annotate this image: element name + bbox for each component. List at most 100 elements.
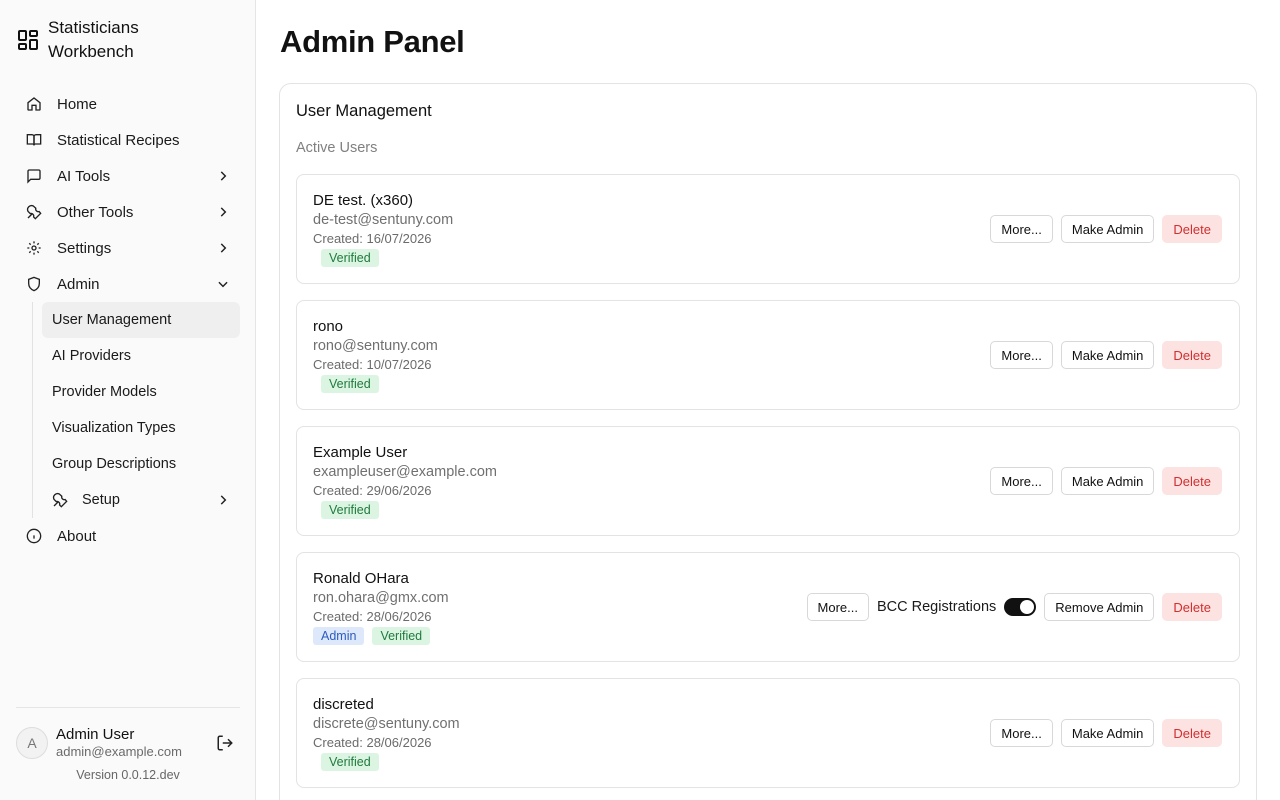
bcc-registrations-label: BCC Registrations	[877, 599, 997, 615]
shield-icon	[28, 276, 40, 292]
user-management-card: User Management Active Users DE test. (x…	[279, 83, 1257, 800]
sidebar-item-label: Home	[57, 95, 98, 113]
user-name: Example User	[313, 444, 408, 461]
dashboard-icon	[18, 30, 38, 50]
more-button[interactable]: More...	[806, 593, 869, 621]
user-email: ron.ohara@gmx.com	[313, 590, 449, 606]
gear-icon	[27, 241, 41, 255]
user-email: discrete@sentuny.com	[313, 716, 460, 732]
chevron-right-icon	[220, 495, 227, 505]
sidebar-item-provider-models[interactable]: Provider Models	[42, 374, 240, 410]
sidebar-item-user-management[interactable]: User Management	[42, 302, 240, 338]
sidebar-item-label: User Management	[52, 312, 172, 328]
toggle-knob	[1020, 600, 1035, 614]
sidebar-item-visualization-types[interactable]: Visualization Types	[42, 410, 240, 446]
sidebar-item-ai-tools[interactable]: AI Tools	[16, 158, 240, 194]
sidebar-item-group-descriptions[interactable]: Group Descriptions	[42, 446, 240, 482]
make-admin-button[interactable]: Make Admin	[1060, 467, 1155, 495]
make-admin-button[interactable]: Make Admin	[1060, 341, 1155, 369]
wrench-icon	[26, 204, 42, 220]
more-button[interactable]: More...	[990, 467, 1053, 495]
sidebar-item-statistical-recipes[interactable]: Statistical Recipes	[16, 122, 240, 158]
delete-button[interactable]: Delete	[1162, 467, 1222, 495]
sidebar-item-label: Admin	[57, 275, 100, 293]
sidebar: Statisticians Workbench Home Statistical…	[0, 0, 256, 800]
admin-subnav: User Management AI Providers Provider Mo…	[32, 302, 240, 518]
more-button[interactable]: More...	[990, 341, 1053, 369]
sidebar-footer: A Admin User admin@example.com Version 0…	[16, 707, 240, 782]
bcc-registrations-toggle[interactable]	[1004, 598, 1037, 616]
sidebar-item-label: Visualization Types	[52, 420, 176, 436]
card-subtitle: Active Users	[296, 140, 378, 156]
verified-badge: Verified	[321, 375, 379, 393]
user-email: exampleuser@example.com	[313, 464, 497, 480]
sidebar-item-label: AI Providers	[52, 348, 131, 364]
delete-button[interactable]: Delete	[1162, 593, 1222, 621]
avatar[interactable]: A	[16, 727, 48, 759]
more-button[interactable]: More...	[990, 719, 1053, 747]
user-created: Created: 28/06/2026	[313, 609, 432, 624]
main-content: Admin Panel User Management Active Users…	[256, 0, 1280, 800]
user-created: Created: 10/07/2026	[313, 357, 432, 372]
sidebar-item-label: Other Tools	[57, 203, 134, 221]
verified-badge: Verified	[321, 501, 379, 519]
user-name: discreted	[313, 696, 374, 713]
delete-button[interactable]: Delete	[1162, 719, 1222, 747]
user-email: admin@example.com	[56, 744, 182, 759]
sidebar-item-admin[interactable]: Admin	[16, 266, 240, 302]
sidebar-item-setup[interactable]: Setup	[42, 482, 240, 518]
remove-admin-button[interactable]: Remove Admin	[1044, 593, 1155, 621]
list-item: rono rono@sentuny.com Created: 10/07/202…	[296, 300, 1240, 410]
verified-badge: Verified	[321, 249, 379, 267]
sidebar-item-label: Settings	[57, 239, 112, 257]
sidebar-item-home[interactable]: Home	[16, 86, 240, 122]
delete-button[interactable]: Delete	[1162, 341, 1222, 369]
user-actions: More... Make Admin Delete	[990, 719, 1222, 747]
app-name: Statisticians Workbench	[48, 18, 139, 61]
sidebar-item-other-tools[interactable]: Other Tools	[16, 194, 240, 230]
delete-button[interactable]: Delete	[1162, 215, 1222, 243]
user-created: Created: 29/06/2026	[313, 483, 432, 498]
card-title: User Management	[296, 102, 432, 120]
user-badges: Verified	[313, 753, 379, 771]
sidebar-item-settings[interactable]: Settings	[16, 230, 240, 266]
book-icon	[26, 134, 42, 146]
user-info: Admin User admin@example.com	[56, 726, 216, 760]
chevron-down-icon	[218, 281, 228, 288]
make-admin-button[interactable]: Make Admin	[1060, 719, 1155, 747]
chat-icon	[27, 169, 41, 184]
user-email: rono@sentuny.com	[313, 338, 438, 354]
make-admin-button[interactable]: Make Admin	[1060, 215, 1155, 243]
user-list: DE test. (x360) de-test@sentuny.com Crea…	[296, 174, 1240, 800]
more-button[interactable]: More...	[990, 215, 1053, 243]
user-name: rono	[313, 318, 344, 335]
sidebar-item-label: Statistical Recipes	[57, 131, 180, 149]
sidebar-item-about[interactable]: About	[16, 518, 240, 554]
chevron-right-icon	[220, 207, 227, 217]
info-icon	[26, 528, 42, 544]
current-user: A Admin User admin@example.com	[16, 726, 240, 760]
sidebar-nav: Home Statistical Recipes AI Tools Other …	[16, 86, 240, 554]
page-title: Admin Panel	[280, 24, 465, 59]
user-actions: More... Make Admin Delete	[990, 341, 1222, 369]
user-name: DE test. (x360)	[313, 192, 414, 209]
verified-badge: Verified	[321, 753, 379, 771]
user-badges: Verified	[313, 501, 379, 519]
user-badges: Verified	[313, 249, 379, 267]
user-badges: Admin Verified	[313, 627, 431, 645]
list-item: DE test. (x360) de-test@sentuny.com Crea…	[296, 174, 1240, 284]
app-version: Version 0.0.12.dev	[76, 768, 180, 782]
user-actions: More... Make Admin Delete	[990, 467, 1222, 495]
home-icon	[27, 97, 41, 111]
wrench-icon	[52, 492, 68, 508]
sidebar-item-label: AI Tools	[57, 167, 111, 185]
list-item: discreted discrete@sentuny.com Created: …	[296, 678, 1240, 788]
sidebar-item-label: About	[57, 527, 97, 545]
brand[interactable]: Statisticians Workbench	[16, 16, 188, 64]
sidebar-item-ai-providers[interactable]: AI Providers	[42, 338, 240, 374]
admin-badge: Admin	[313, 627, 365, 645]
user-created: Created: 28/06/2026	[313, 735, 432, 750]
sidebar-item-label: Setup	[82, 492, 120, 508]
sidebar-item-label: Provider Models	[52, 384, 157, 400]
logout-icon[interactable]	[216, 734, 234, 752]
